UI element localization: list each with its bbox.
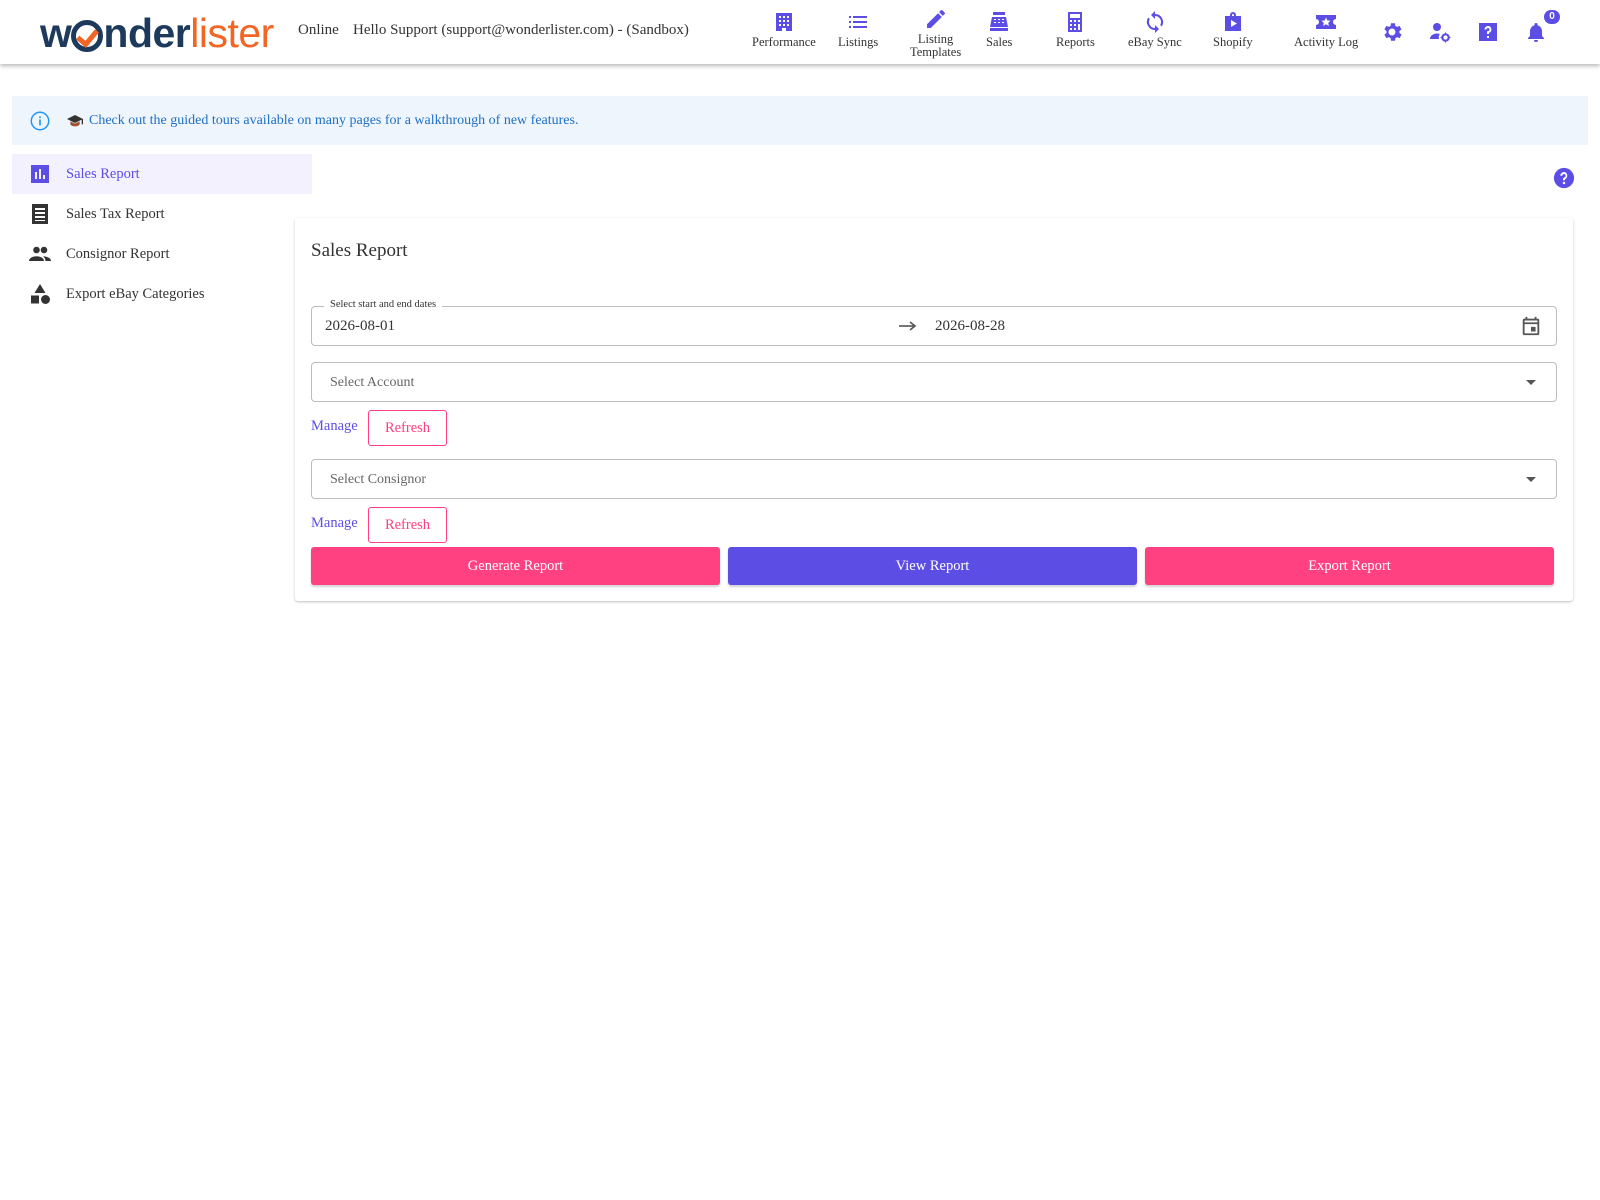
account-select-placeholder: Select Account [330, 375, 415, 390]
category-icon [31, 284, 50, 304]
notification-count-badge: 0 [1544, 10, 1560, 24]
nav-shopify[interactable]: Shopify [1213, 10, 1253, 49]
online-status: Online [298, 22, 339, 38]
list-icon [849, 16, 868, 28]
sidebar-item-consignor-report[interactable]: Consignor Report [12, 234, 312, 274]
top-header: w nder lister Online Hello Support (suppor… [0, 0, 1600, 64]
graduation-cap-icon [67, 114, 83, 126]
sidebar-item-sales-tax-report[interactable]: Sales Tax Report [12, 194, 312, 234]
page-title: Sales Report [311, 240, 408, 261]
logo-check-o [71, 20, 104, 52]
consignor-select-placeholder: Select Consignor [330, 472, 427, 487]
manage-consignors-link[interactable]: Manage [311, 515, 358, 532]
pencil-icon [926, 9, 945, 29]
page-help-icon[interactable] [1553, 167, 1575, 189]
sales-report-card: Sales Report Select start and end dates … [295, 218, 1573, 601]
refresh-consignors-button[interactable]: Refresh [368, 507, 447, 543]
info-icon [30, 111, 50, 130]
user-gear-icon [1430, 23, 1451, 43]
help-square-icon [1479, 23, 1497, 41]
calendar-icon[interactable] [1520, 315, 1542, 337]
nav-reports[interactable]: Reports [1056, 10, 1095, 49]
export-report-button[interactable]: Export Report [1145, 547, 1554, 585]
end-date-input[interactable]: 2026-08-28 [935, 318, 1005, 335]
info-banner: Check out the guided tours available on … [12, 96, 1588, 145]
date-range-label: Select start and end dates [324, 299, 443, 310]
generate-report-button[interactable]: Generate Report [311, 547, 720, 585]
sidebar-item-sales-report[interactable]: Sales Report [12, 154, 312, 194]
nav-listing-templates[interactable]: Listing Templates [910, 7, 961, 59]
building-icon [775, 13, 792, 31]
date-range-picker[interactable]: Select start and end dates 2026-08-01 20… [311, 299, 1557, 346]
arrow-right-icon [899, 321, 917, 331]
start-date-input[interactable]: 2026-08-01 [325, 318, 395, 335]
nav-ebay-sync[interactable]: eBay Sync [1128, 10, 1182, 49]
calculator-icon [1068, 12, 1083, 32]
bell-icon [1528, 23, 1544, 42]
nav-activity-log[interactable]: Activity Log [1294, 10, 1358, 49]
sync-icon [1146, 11, 1163, 33]
people-icon [29, 246, 51, 261]
cash-register-icon [990, 12, 1009, 31]
bar-chart-icon [31, 165, 49, 183]
banner-message: Check out the guided tours available on … [89, 112, 579, 128]
user-settings-button[interactable] [1428, 20, 1452, 44]
gear-icon [1384, 23, 1402, 41]
notifications-button[interactable] [1524, 20, 1548, 44]
nav-performance[interactable]: Performance [752, 10, 816, 49]
receipt-icon [32, 204, 48, 224]
user-greeting: Hello Support (support@wonderlister.com)… [353, 22, 689, 38]
wonderlister-logo[interactable]: w nder lister [40, 9, 274, 57]
star-ticket-icon [1316, 15, 1337, 29]
shopping-bag-icon [1224, 12, 1241, 31]
refresh-accounts-button[interactable]: Refresh [368, 410, 447, 446]
view-report-button[interactable]: View Report [728, 547, 1137, 585]
nav-sales[interactable]: Sales [986, 10, 1012, 49]
consignor-select[interactable]: Select Consignor [311, 459, 1557, 499]
chevron-down-icon [1526, 477, 1536, 482]
chevron-down-icon [1526, 380, 1536, 385]
sidebar-item-export-ebay-categories[interactable]: Export eBay Categories [12, 274, 312, 314]
manage-accounts-link[interactable]: Manage [311, 418, 358, 435]
settings-button[interactable] [1380, 20, 1404, 44]
nav-listings[interactable]: Listings [838, 10, 878, 49]
reports-sidebar: Sales Report Sales Tax Report Consignor … [12, 154, 312, 314]
help-button[interactable] [1476, 20, 1500, 44]
account-select[interactable]: Select Account [311, 362, 1557, 402]
